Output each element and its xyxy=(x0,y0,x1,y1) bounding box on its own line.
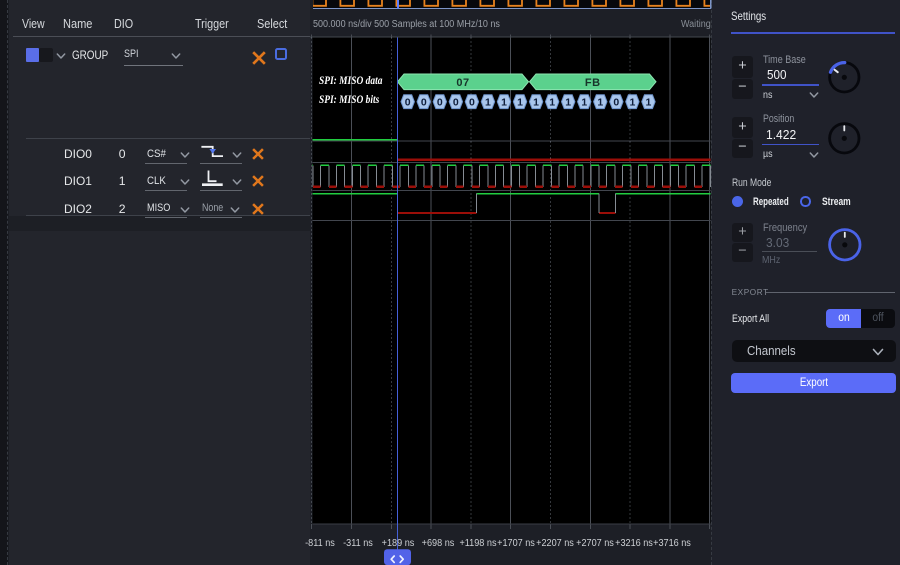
svg-text:1: 1 xyxy=(533,97,539,109)
svg-text:0: 0 xyxy=(437,97,443,109)
svg-text:1: 1 xyxy=(517,97,523,109)
svg-text:1: 1 xyxy=(629,97,635,109)
svg-text:1: 1 xyxy=(485,97,491,109)
svg-text:0: 0 xyxy=(453,97,459,109)
svg-text:FB: FB xyxy=(585,77,601,89)
svg-text:1: 1 xyxy=(597,97,603,109)
svg-text:0: 0 xyxy=(613,97,619,109)
svg-text:0: 0 xyxy=(405,97,411,109)
svg-text:1: 1 xyxy=(646,97,652,109)
svg-text:1: 1 xyxy=(565,97,571,109)
svg-text:0: 0 xyxy=(469,97,475,109)
svg-text:1: 1 xyxy=(581,97,587,109)
svg-text:1: 1 xyxy=(549,97,555,109)
svg-text:1: 1 xyxy=(501,97,507,109)
svg-text:0: 0 xyxy=(421,97,427,109)
svg-text:07: 07 xyxy=(456,77,469,89)
